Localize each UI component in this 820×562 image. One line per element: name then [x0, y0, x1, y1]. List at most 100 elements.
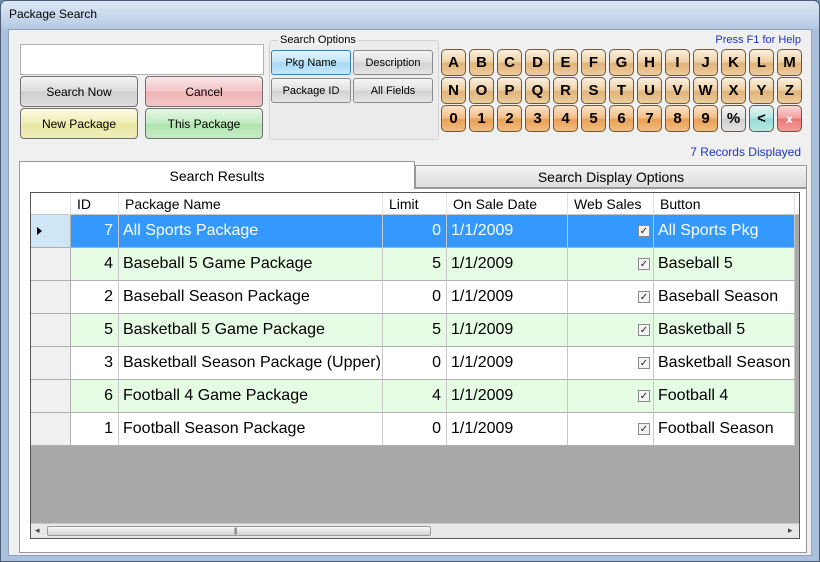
cell-limit[interactable]: 0 [383, 413, 447, 446]
cell-on-sale-date[interactable]: 1/1/2009 [447, 314, 568, 347]
cell-web-sales[interactable]: ✓ [568, 215, 654, 248]
tab-search-results[interactable]: Search Results [19, 161, 415, 189]
cell-limit[interactable]: 4 [383, 380, 447, 413]
cell-package-name[interactable]: Basketball Season Package (Upper) [119, 347, 383, 380]
cell-web-sales[interactable]: ✓ [568, 413, 654, 446]
column-header-limit[interactable]: Limit [383, 193, 447, 215]
key-t[interactable]: T [609, 77, 634, 104]
key-a[interactable]: A [441, 49, 466, 76]
scrollbar-thumb[interactable]: ||| [47, 526, 431, 536]
cell-package-name[interactable]: Football Season Package [119, 413, 383, 446]
row-header[interactable] [31, 380, 71, 413]
table-row[interactable]: 7 All Sports Package 0 1/1/2009 ✓ All Sports … [31, 215, 795, 248]
row-header[interactable] [31, 281, 71, 314]
cell-web-sales[interactable]: ✓ [568, 281, 654, 314]
search-input[interactable] [20, 44, 264, 75]
key-0[interactable]: 0 [441, 105, 466, 132]
web-sales-checkbox[interactable]: ✓ [638, 423, 650, 435]
key-backspace[interactable]: < [749, 105, 774, 132]
cell-id[interactable]: 1 [71, 413, 119, 446]
web-sales-checkbox[interactable]: ✓ [638, 357, 650, 369]
key-9[interactable]: 9 [693, 105, 718, 132]
cell-on-sale-date[interactable]: 1/1/2009 [447, 413, 568, 446]
key-i[interactable]: I [665, 49, 690, 76]
table-row[interactable]: 3 Basketball Season Package (Upper) 0 1/1/2… [31, 347, 795, 380]
web-sales-checkbox[interactable]: ✓ [638, 291, 650, 303]
column-header-button[interactable]: Button [654, 193, 795, 215]
row-header[interactable] [31, 347, 71, 380]
cell-limit[interactable]: 0 [383, 281, 447, 314]
key-1[interactable]: 1 [469, 105, 494, 132]
key-x[interactable]: X [721, 77, 746, 104]
row-header[interactable] [31, 413, 71, 446]
key-b[interactable]: B [469, 49, 494, 76]
cell-limit[interactable]: 5 [383, 248, 447, 281]
key-5[interactable]: 5 [581, 105, 606, 132]
table-row[interactable]: 5 Basketball 5 Game Package 5 1/1/2009 ✓ Bask… [31, 314, 795, 347]
cell-button[interactable]: Baseball 5 [654, 248, 795, 281]
key-l[interactable]: L [749, 49, 774, 76]
table-row[interactable]: 2 Baseball Season Package 0 1/1/2009 ✓ Baseba… [31, 281, 795, 314]
cell-id[interactable]: 4 [71, 248, 119, 281]
cell-id[interactable]: 6 [71, 380, 119, 413]
key-q[interactable]: Q [525, 77, 550, 104]
key-c[interactable]: C [497, 49, 522, 76]
key-f[interactable]: F [581, 49, 606, 76]
key-m[interactable]: M [777, 49, 802, 76]
cell-web-sales[interactable]: ✓ [568, 380, 654, 413]
cell-package-name[interactable]: Basketball 5 Game Package [119, 314, 383, 347]
cell-on-sale-date[interactable]: 1/1/2009 [447, 215, 568, 248]
column-header-id[interactable]: ID [71, 193, 119, 215]
cell-web-sales[interactable]: ✓ [568, 347, 654, 380]
key-percent[interactable]: % [721, 105, 746, 132]
search-now-button[interactable]: Search Now [20, 76, 138, 107]
key-n[interactable]: N [441, 77, 466, 104]
web-sales-checkbox[interactable]: ✓ [638, 258, 650, 270]
scroll-right-icon[interactable]: ▸ [788, 525, 793, 536]
horizontal-scrollbar[interactable]: ◂ ||| ▸ [31, 523, 799, 538]
row-header[interactable] [31, 248, 71, 281]
cell-button[interactable]: Basketball Season [654, 347, 795, 380]
option-package-id[interactable]: Package ID [271, 78, 351, 103]
key-u[interactable]: U [637, 77, 662, 104]
key-r[interactable]: R [553, 77, 578, 104]
cell-package-name[interactable]: Baseball 5 Game Package [119, 248, 383, 281]
row-header[interactable] [31, 215, 71, 248]
key-8[interactable]: 8 [665, 105, 690, 132]
column-header-package-name[interactable]: Package Name [119, 193, 383, 215]
key-y[interactable]: Y [749, 77, 774, 104]
cell-on-sale-date[interactable]: 1/1/2009 [447, 347, 568, 380]
cell-package-name[interactable]: All Sports Package [119, 215, 383, 248]
key-o[interactable]: O [469, 77, 494, 104]
key-g[interactable]: G [609, 49, 634, 76]
key-s[interactable]: S [581, 77, 606, 104]
key-clear[interactable]: x [777, 105, 802, 132]
key-3[interactable]: 3 [525, 105, 550, 132]
cell-id[interactable]: 7 [71, 215, 119, 248]
cell-on-sale-date[interactable]: 1/1/2009 [447, 281, 568, 314]
key-6[interactable]: 6 [609, 105, 634, 132]
key-j[interactable]: J [693, 49, 718, 76]
column-header-on-sale-date[interactable]: On Sale Date [447, 193, 568, 215]
cell-id[interactable]: 2 [71, 281, 119, 314]
row-header[interactable] [31, 314, 71, 347]
cell-button[interactable]: Football 4 [654, 380, 795, 413]
key-d[interactable]: D [525, 49, 550, 76]
column-header-web-sales[interactable]: Web Sales [568, 193, 654, 215]
cell-button[interactable]: Football Season [654, 413, 795, 446]
cell-limit[interactable]: 0 [383, 215, 447, 248]
cell-id[interactable]: 5 [71, 314, 119, 347]
web-sales-checkbox[interactable]: ✓ [638, 225, 650, 237]
cell-button[interactable]: All Sports Pkg [654, 215, 795, 248]
cell-package-name[interactable]: Football 4 Game Package [119, 380, 383, 413]
web-sales-checkbox[interactable]: ✓ [638, 390, 650, 402]
cell-button[interactable]: Basketball 5 [654, 314, 795, 347]
table-row[interactable]: 1 Football Season Package 0 1/1/2009 ✓ Footba… [31, 413, 795, 446]
key-z[interactable]: Z [777, 77, 802, 104]
cell-on-sale-date[interactable]: 1/1/2009 [447, 380, 568, 413]
table-row[interactable]: 4 Baseball 5 Game Package 5 1/1/2009 ✓ Baseba… [31, 248, 795, 281]
key-k[interactable]: K [721, 49, 746, 76]
cell-limit[interactable]: 5 [383, 314, 447, 347]
web-sales-checkbox[interactable]: ✓ [638, 324, 650, 336]
key-7[interactable]: 7 [637, 105, 662, 132]
